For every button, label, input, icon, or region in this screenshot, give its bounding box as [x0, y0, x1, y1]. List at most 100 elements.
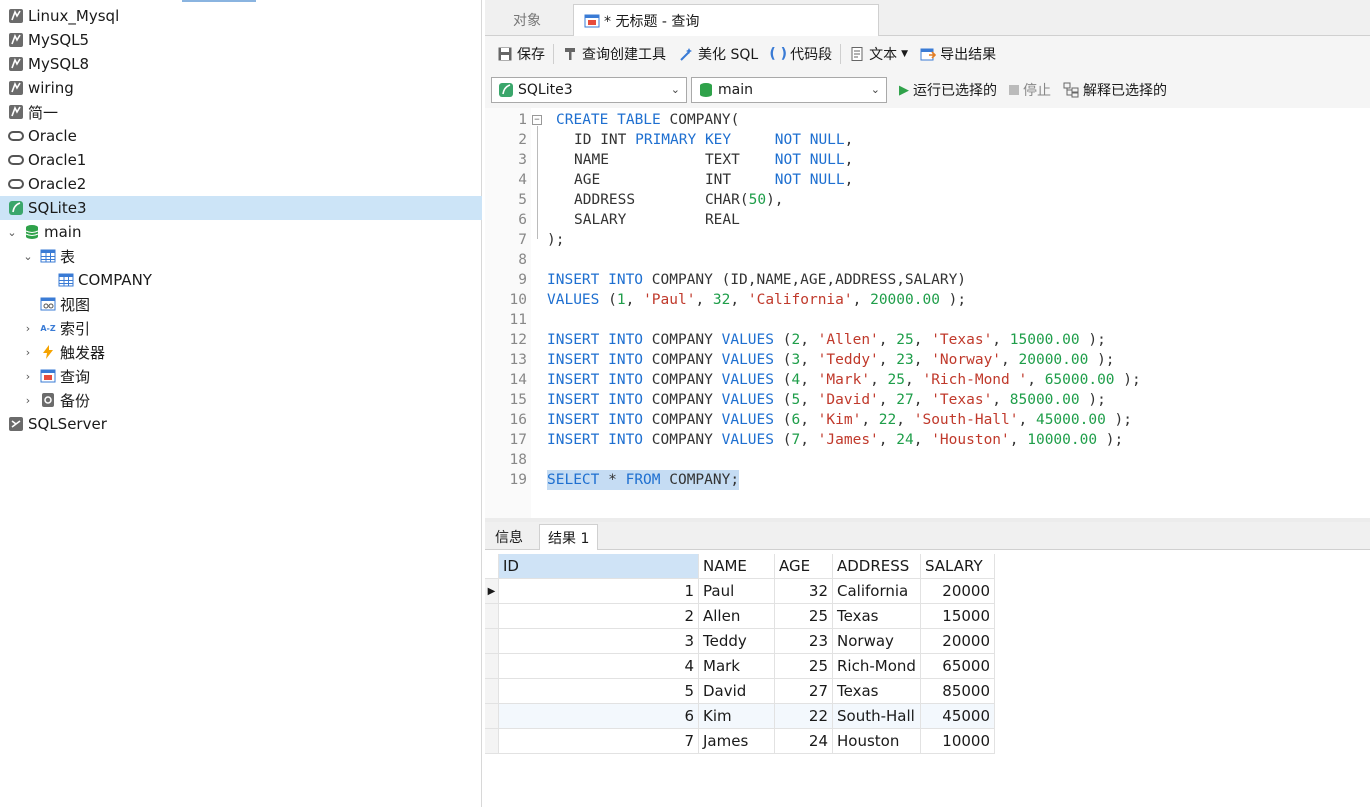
- cell-name[interactable]: Mark: [699, 654, 775, 679]
- tree-item-oracle1[interactable]: Oracle1: [0, 148, 482, 172]
- tree-item-sqlserver[interactable]: SQLServer: [0, 412, 482, 436]
- tab-result-1[interactable]: 结果 1: [539, 524, 599, 550]
- cell-salary[interactable]: 20000: [921, 629, 995, 654]
- table-row[interactable]: 4 Mark 25 Rich-Mond 65000: [485, 654, 995, 679]
- connection-select[interactable]: SQLite3 ⌄: [491, 77, 687, 103]
- tree-item-wiring[interactable]: wiring: [0, 76, 482, 100]
- export-results-button[interactable]: 导出结果: [914, 40, 1002, 68]
- chevron-down-icon[interactable]: ⌄: [6, 226, 18, 239]
- select-value: SQLite3: [518, 82, 573, 98]
- cell-age[interactable]: 23: [775, 629, 833, 654]
- sql-editor[interactable]: 1− CREATE TABLE COMPANY( 2 ID INT PRIMARY …: [485, 108, 1370, 518]
- tree-item-mysql8[interactable]: MySQL8: [0, 52, 482, 76]
- tab-objects[interactable]: 对象: [503, 4, 551, 36]
- grid-header-row: ID NAME AGE ADDRESS SALARY: [485, 554, 995, 579]
- tree-item-views[interactable]: 视图: [0, 292, 482, 316]
- cell-salary[interactable]: 10000: [921, 729, 995, 754]
- tree-item-main-db[interactable]: ⌄ main: [0, 220, 482, 244]
- column-header-name[interactable]: NAME: [699, 554, 775, 579]
- tab-info[interactable]: 信息: [487, 524, 531, 550]
- cell-id[interactable]: 4: [499, 654, 699, 679]
- cell-address[interactable]: Rich-Mond: [833, 654, 921, 679]
- cell-address[interactable]: South-Hall: [833, 704, 921, 729]
- cell-age[interactable]: 27: [775, 679, 833, 704]
- tree-item-mysql5[interactable]: MySQL5: [0, 28, 482, 52]
- column-header-salary[interactable]: SALARY: [921, 554, 995, 579]
- tree-item-triggers[interactable]: › 触发器: [0, 340, 482, 364]
- stop-button[interactable]: 停止: [1003, 76, 1057, 104]
- tree-item-label: 表: [60, 247, 76, 266]
- cell-name[interactable]: Teddy: [699, 629, 775, 654]
- cell-address[interactable]: California: [833, 579, 921, 604]
- cell-address[interactable]: Texas: [833, 604, 921, 629]
- table-row[interactable]: 3 Teddy 23 Norway 20000: [485, 629, 995, 654]
- table-row[interactable]: ▶ 1 Paul 32 California 20000: [485, 579, 995, 604]
- table-row[interactable]: 5 David 27 Texas 85000: [485, 679, 995, 704]
- cell-id[interactable]: 2: [499, 604, 699, 629]
- tree-item-backups[interactable]: › 备份: [0, 388, 482, 412]
- column-header-age[interactable]: AGE: [775, 554, 833, 579]
- tab-bar: 对象 * 无标题 - 查询: [485, 0, 1370, 36]
- column-header-address[interactable]: ADDRESS: [833, 554, 921, 579]
- tree-item-sqlite3[interactable]: SQLite3: [0, 196, 482, 220]
- export-icon: [920, 46, 937, 62]
- tree-item-jianyi[interactable]: 简一: [0, 100, 482, 124]
- cell-address[interactable]: Norway: [833, 629, 921, 654]
- cell-salary[interactable]: 45000: [921, 704, 995, 729]
- fold-collapse-icon[interactable]: −: [532, 115, 542, 125]
- tree-item-indexes[interactable]: › A-Z 索引: [0, 316, 482, 340]
- tree-item-queries[interactable]: › 查询: [0, 364, 482, 388]
- sqlite-icon: [8, 200, 24, 216]
- cell-salary[interactable]: 65000: [921, 654, 995, 679]
- cell-name[interactable]: David: [699, 679, 775, 704]
- tab-label: 对象: [513, 13, 541, 29]
- tree-item-company-table[interactable]: COMPANY: [0, 268, 482, 292]
- cell-salary[interactable]: 85000: [921, 679, 995, 704]
- cell-age[interactable]: 32: [775, 579, 833, 604]
- cell-id[interactable]: 7: [499, 729, 699, 754]
- code-snippet-button[interactable]: ( ) 代码段: [764, 40, 838, 68]
- explain-selected-button[interactable]: 解释已选择的: [1057, 76, 1173, 104]
- tab-query[interactable]: * 无标题 - 查询: [573, 4, 879, 36]
- save-button[interactable]: 保存: [491, 40, 551, 68]
- chevron-down-icon[interactable]: ⌄: [22, 250, 34, 263]
- tree-item-oracle2[interactable]: Oracle2: [0, 172, 482, 196]
- cell-id[interactable]: 5: [499, 679, 699, 704]
- cell-id[interactable]: 1: [499, 579, 699, 604]
- button-label: 停止: [1023, 83, 1051, 99]
- run-selected-button[interactable]: ▶ 运行已选择的: [893, 76, 1003, 104]
- cell-name[interactable]: Kim: [699, 704, 775, 729]
- cell-salary[interactable]: 15000: [921, 604, 995, 629]
- chevron-right-icon[interactable]: ›: [22, 346, 34, 359]
- cell-name[interactable]: Paul: [699, 579, 775, 604]
- cell-age[interactable]: 25: [775, 654, 833, 679]
- cell-age[interactable]: 24: [775, 729, 833, 754]
- cell-address[interactable]: Houston: [833, 729, 921, 754]
- lightning-icon: [40, 344, 56, 360]
- cell-name[interactable]: James: [699, 729, 775, 754]
- cell-id[interactable]: 6: [499, 704, 699, 729]
- table-row[interactable]: 7 James 24 Houston 10000: [485, 729, 995, 754]
- cell-address[interactable]: Texas: [833, 679, 921, 704]
- query-builder-button[interactable]: 查询创建工具: [556, 40, 672, 68]
- code-line: 9 INSERT INTO COMPANY (ID,NAME,AGE,ADDRES…: [485, 270, 1370, 290]
- cell-salary[interactable]: 20000: [921, 579, 995, 604]
- cell-age[interactable]: 25: [775, 604, 833, 629]
- chevron-right-icon[interactable]: ›: [22, 394, 34, 407]
- tree-item-tables[interactable]: ⌄ 表: [0, 244, 482, 268]
- cell-name[interactable]: Allen: [699, 604, 775, 629]
- text-mode-button[interactable]: 文本 ▼: [843, 40, 914, 68]
- tree-item-linux-mysql[interactable]: Linux_Mysql: [0, 4, 482, 28]
- column-header-id[interactable]: ID: [499, 554, 699, 579]
- cell-id[interactable]: 3: [499, 629, 699, 654]
- code-line: 3 NAME TEXT NOT NULL,: [485, 150, 1370, 170]
- code-line: 5 ADDRESS CHAR(50),: [485, 190, 1370, 210]
- chevron-right-icon[interactable]: ›: [22, 322, 34, 335]
- cell-age[interactable]: 22: [775, 704, 833, 729]
- table-row[interactable]: 6 Kim 22 South-Hall 45000: [485, 704, 995, 729]
- table-row[interactable]: 2 Allen 25 Texas 15000: [485, 604, 995, 629]
- chevron-right-icon[interactable]: ›: [22, 370, 34, 383]
- tree-item-oracle[interactable]: Oracle: [0, 124, 482, 148]
- database-select[interactable]: main ⌄: [691, 77, 887, 103]
- beautify-sql-button[interactable]: 美化 SQL: [672, 40, 764, 68]
